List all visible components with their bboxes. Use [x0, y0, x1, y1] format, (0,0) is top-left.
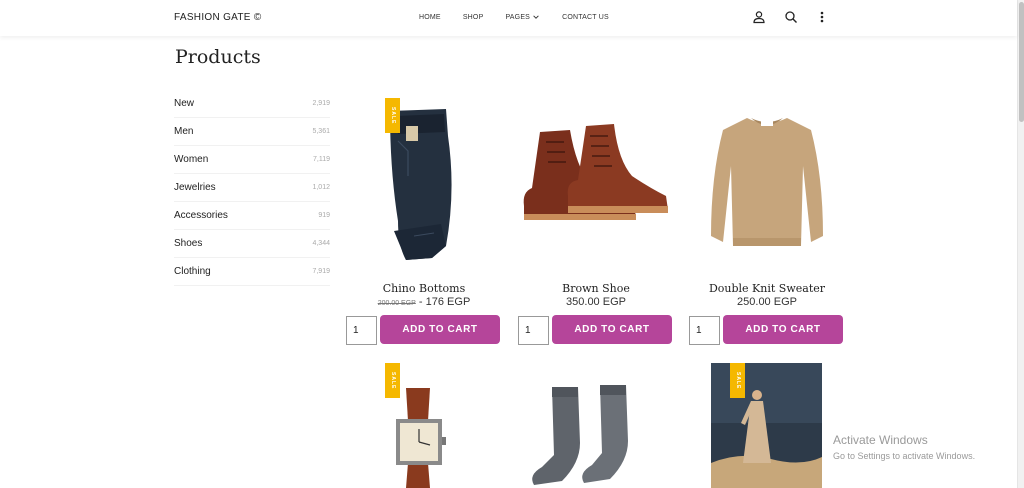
page-scrollbar[interactable] [1017, 0, 1024, 488]
product-name[interactable]: Chino Bottoms [346, 282, 502, 295]
nav-pages-label: PAGES [505, 13, 531, 21]
nav-pages[interactable]: PAGES [505, 13, 540, 21]
nav-shop-label: SHOP [462, 13, 484, 21]
product-image-watch[interactable] [346, 363, 502, 488]
category-name: Jewelries [174, 182, 216, 193]
quantity-input[interactable] [346, 316, 377, 345]
nav-home[interactable]: HOME [419, 13, 441, 21]
category-count: 1,012 [312, 184, 330, 191]
category-count: 2,919 [312, 100, 330, 107]
nav-contact-us[interactable]: CONTACT US [562, 13, 609, 21]
current-price: 176 EGP [425, 296, 471, 308]
category-shoes[interactable]: Shoes 4,344 [174, 230, 330, 258]
brand-logo[interactable]: FASHION GATE © [174, 12, 262, 23]
add-to-cart-button[interactable]: ADD TO CART [552, 315, 672, 344]
product-name[interactable]: Double Knit Sweater [689, 282, 845, 295]
user-icon[interactable] [752, 10, 766, 24]
current-price: 350.00 EGP [566, 296, 626, 308]
category-name: Accessories [174, 210, 228, 221]
category-clothing[interactable]: Clothing 7,919 [174, 258, 330, 286]
top-navbar: FASHION GATE © HOME SHOP PAGES CONTACT U… [0, 0, 1017, 36]
current-price: 250.00 EGP [737, 296, 797, 308]
product-image-dress[interactable] [711, 363, 822, 488]
watermark-title: Activate Windows [833, 433, 928, 447]
nav-contact-label: CONTACT US [562, 13, 609, 21]
old-price: 200.00 EGP [377, 300, 416, 307]
product-price: 350.00 EGP [518, 296, 674, 308]
quantity-input[interactable] [689, 316, 720, 345]
windows-activation-watermark: Activate Windows Go to Settings to activ… [833, 433, 975, 461]
search-icon[interactable] [784, 10, 798, 24]
add-to-cart-button[interactable]: ADD TO CART [380, 315, 500, 344]
category-jewelries[interactable]: Jewelries 1,012 [174, 174, 330, 202]
product-image-chino[interactable] [346, 96, 502, 266]
category-name: Women [174, 154, 209, 165]
product-price: 200.00 EGP - 176 EGP [346, 296, 502, 308]
product-price: 250.00 EGP [689, 296, 845, 308]
category-name: Men [174, 126, 194, 137]
category-count: 5,361 [312, 128, 330, 135]
category-new[interactable]: New 2,919 [174, 90, 330, 118]
category-accessories[interactable]: Accessories 919 [174, 202, 330, 230]
category-count: 4,344 [312, 240, 330, 247]
category-count: 919 [318, 212, 330, 219]
product-image-brown-shoe[interactable] [518, 96, 674, 266]
category-name: Clothing [174, 266, 211, 277]
more-vertical-icon[interactable] [815, 10, 829, 24]
page-title: Products [175, 46, 261, 68]
scrollbar-thumb[interactable] [1019, 2, 1024, 122]
nav-shop[interactable]: SHOP [463, 13, 484, 21]
category-women[interactable]: Women 7,119 [174, 146, 330, 174]
watermark-subtitle: Go to Settings to activate Windows. [833, 451, 976, 461]
category-name: Shoes [174, 238, 203, 249]
sale-badge: SALE [385, 363, 400, 398]
main-nav: HOME SHOP PAGES CONTACT US [419, 13, 631, 21]
sale-badge: SALE [385, 98, 400, 133]
add-to-cart-button[interactable]: ADD TO CART [723, 315, 843, 344]
chevron-down-icon [533, 15, 539, 19]
price-separator: - [418, 296, 423, 308]
category-count: 7,919 [312, 268, 330, 275]
category-men[interactable]: Men 5,361 [174, 118, 330, 146]
category-name: New [174, 98, 195, 109]
nav-home-label: HOME [419, 13, 441, 21]
product-name[interactable]: Brown Shoe [518, 282, 674, 295]
product-image-socks[interactable] [518, 363, 674, 488]
quantity-input[interactable] [518, 316, 549, 345]
product-image-sweater[interactable] [689, 96, 845, 266]
category-sidebar: New 2,919 Men 5,361 Women 7,119 Jewelries 1,… [174, 90, 330, 286]
sale-badge: SALE [730, 363, 745, 398]
category-count: 7,119 [313, 156, 330, 163]
